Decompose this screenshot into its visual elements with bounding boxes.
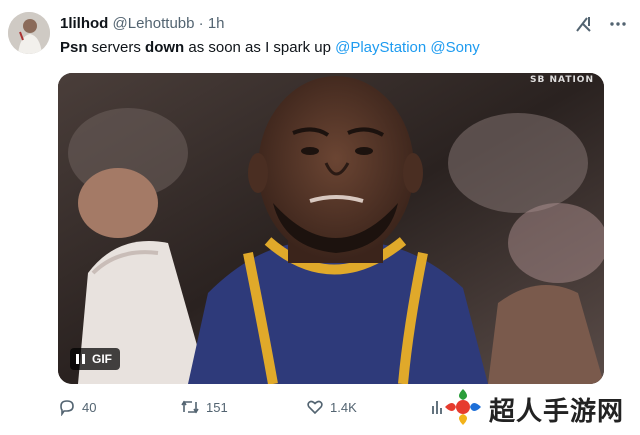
views-icon	[430, 398, 444, 416]
gif-media[interactable]: SB NATION GIF	[58, 73, 604, 384]
text-servers: servers	[87, 39, 146, 56]
more-icon[interactable]	[608, 14, 628, 34]
site-watermark: 超人手游网	[443, 387, 640, 431]
separator-dot: ·	[198, 15, 204, 32]
grok-icon[interactable]	[574, 14, 594, 34]
pause-icon[interactable]	[76, 354, 85, 364]
tweet-top-actions	[574, 14, 628, 34]
reply-button[interactable]: 40	[58, 398, 96, 416]
text-psn: Psn	[60, 39, 88, 56]
gif-badge[interactable]: GIF	[70, 348, 120, 370]
gif-label: GIF	[92, 352, 112, 366]
gif-frame	[58, 73, 604, 384]
mention-sony[interactable]: @Sony	[430, 39, 479, 56]
text-down: down	[145, 39, 185, 56]
reply-count: 40	[82, 399, 97, 415]
like-icon	[306, 398, 324, 416]
like-button[interactable]: 1.4K	[306, 398, 357, 416]
tv-logo: SB NATION	[530, 75, 594, 85]
watermark-logo-icon	[443, 387, 483, 432]
reply-icon	[58, 398, 76, 416]
avatar[interactable]	[8, 12, 50, 54]
repost-button[interactable]: 151	[180, 398, 228, 416]
tweet-header: 1lilhod @Lehottubb · 1h	[60, 14, 600, 34]
user-handle[interactable]: @Lehottubb	[113, 15, 195, 32]
like-count: 1.4K	[330, 399, 357, 415]
timestamp[interactable]: 1h	[208, 15, 225, 32]
watermark-text: 超人手游网	[489, 396, 625, 427]
display-name[interactable]: 1lilhod	[60, 15, 108, 32]
mention-playstation[interactable]: @PlayStation	[335, 39, 426, 56]
tweet-text: Psn servers down as soon as I spark up @…	[60, 38, 620, 58]
text-spark: as soon as I spark up	[184, 39, 336, 56]
repost-icon	[180, 398, 200, 416]
repost-count: 151	[206, 399, 228, 415]
